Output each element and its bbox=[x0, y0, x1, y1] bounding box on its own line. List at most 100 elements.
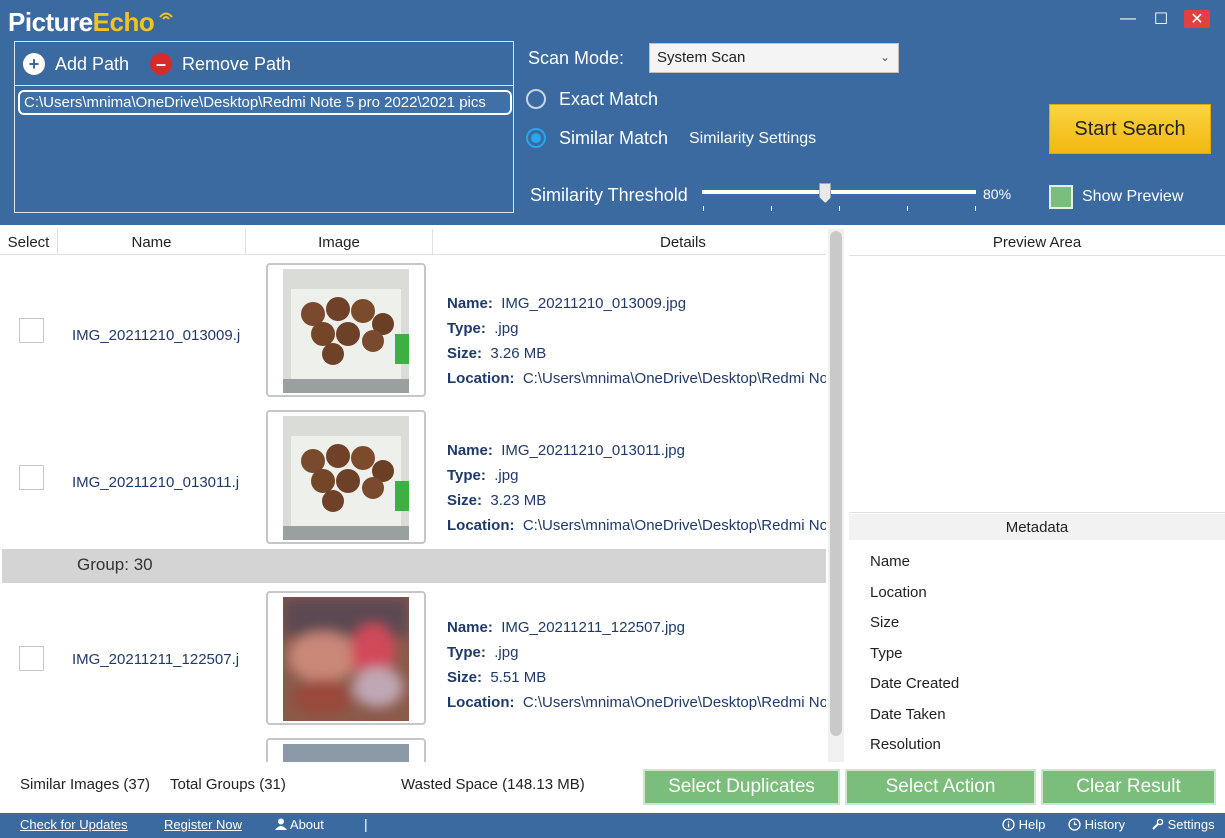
similar-match-radio[interactable] bbox=[526, 128, 546, 148]
scan-mode-select[interactable]: System Scan ⌄ bbox=[649, 43, 899, 73]
start-search-button[interactable]: Start Search bbox=[1049, 104, 1211, 154]
slider-tick bbox=[907, 206, 908, 211]
exact-match-radio[interactable] bbox=[526, 89, 546, 109]
logo-text-picture: Picture bbox=[8, 6, 93, 37]
table-row[interactable] bbox=[0, 736, 826, 762]
row-checkbox[interactable] bbox=[19, 318, 44, 343]
path-panel: + Add Path – Remove Path C:\Users\mnima\… bbox=[14, 41, 514, 213]
user-icon bbox=[275, 818, 287, 830]
row-checkbox[interactable] bbox=[19, 646, 44, 671]
group-header: Group: 30 bbox=[2, 549, 826, 583]
add-path-label: Add Path bbox=[55, 53, 130, 74]
detail-location-label: Location: bbox=[447, 370, 515, 387]
detail-name-label: Name: bbox=[447, 619, 493, 636]
scrollbar-thumb[interactable] bbox=[830, 231, 842, 736]
detail-size-label: Size: bbox=[447, 669, 483, 686]
minus-circle-icon: – bbox=[150, 53, 172, 75]
path-list-item[interactable]: C:\Users\mnima\OneDrive\Desktop\Redmi No… bbox=[18, 90, 512, 115]
register-now-link[interactable]: Register Now bbox=[164, 817, 242, 832]
help-icon bbox=[1002, 818, 1015, 831]
detail-location-label: Location: bbox=[447, 517, 515, 534]
similarity-settings-link[interactable]: Similarity Settings bbox=[689, 130, 816, 148]
detail-type-label: Type: bbox=[447, 644, 486, 661]
metadata-field: Type bbox=[870, 645, 903, 662]
exact-match-label[interactable]: Exact Match bbox=[559, 89, 658, 110]
scan-mode-value: System Scan bbox=[657, 49, 746, 66]
help-link[interactable]: Help bbox=[1002, 817, 1045, 832]
minimize-button[interactable]: — bbox=[1117, 10, 1139, 28]
row-thumbnail[interactable] bbox=[266, 410, 426, 544]
header-name[interactable]: Name bbox=[58, 229, 246, 255]
table-row[interactable]: IMG_20211211_122507.j Name: IMG_20211211… bbox=[0, 589, 826, 736]
preview-area-title: Preview Area bbox=[849, 229, 1225, 256]
maximize-button[interactable]: ☐ bbox=[1150, 10, 1172, 28]
row-thumbnail[interactable] bbox=[266, 591, 426, 725]
select-duplicates-button[interactable]: Select Duplicates bbox=[643, 769, 840, 805]
select-action-button[interactable]: Select Action bbox=[845, 769, 1036, 805]
detail-location-value: C:\Users\mnima\OneDrive\Desktop\Redmi No bbox=[522, 370, 826, 387]
header-details[interactable]: Details bbox=[433, 229, 826, 255]
detail-type-value: .jpg bbox=[494, 467, 519, 484]
detail-name-label: Name: bbox=[447, 442, 493, 459]
detail-type-label: Type: bbox=[447, 320, 486, 337]
history-link[interactable]: History bbox=[1068, 817, 1125, 832]
detail-size-label: Size: bbox=[447, 492, 483, 509]
settings-label: Settings bbox=[1167, 817, 1215, 832]
header-panel: Picture Echo — ☐ ✕ + Add Path – Remove Pa… bbox=[0, 0, 1225, 225]
detail-size-value: 3.26 MB bbox=[490, 345, 547, 362]
slider-thumb[interactable] bbox=[819, 183, 832, 203]
detail-name-value: IMG_20211210_013009.jpg bbox=[501, 295, 687, 312]
similar-images-count: Similar Images (37) bbox=[20, 776, 151, 793]
status-bar: Check for Updates Register Now About | H… bbox=[0, 813, 1225, 838]
close-icon: ✕ bbox=[1190, 11, 1204, 28]
metadata-field: Name bbox=[870, 553, 911, 570]
status-separator: | bbox=[364, 816, 368, 832]
metadata-field: Date Taken bbox=[870, 706, 946, 723]
similar-match-label[interactable]: Similar Match bbox=[559, 128, 668, 149]
metadata-field: Size bbox=[870, 614, 900, 631]
close-button[interactable]: ✕ bbox=[1184, 10, 1210, 28]
row-details: Name: IMG_20211211_122507.jpg Type: .jpg… bbox=[447, 615, 826, 715]
detail-size-value: 5.51 MB bbox=[490, 669, 547, 686]
similarity-threshold-slider[interactable] bbox=[702, 190, 976, 194]
row-filename: IMG_20211210_013009.j bbox=[72, 327, 241, 344]
photo-thumbnail bbox=[283, 744, 409, 762]
row-thumbnail[interactable] bbox=[266, 263, 426, 397]
table-row[interactable]: IMG_20211210_013009.j Name: IMG_20211210… bbox=[0, 261, 826, 408]
results-scrollbar[interactable] bbox=[828, 229, 844, 762]
slider-tick bbox=[839, 206, 840, 211]
preview-area bbox=[849, 257, 1225, 513]
row-details: Name: IMG_20211210_013009.jpg Type: .jpg… bbox=[447, 291, 826, 391]
show-preview-checkbox[interactable] bbox=[1049, 185, 1073, 209]
detail-name-label: Name: bbox=[447, 295, 493, 312]
metadata-field: Date Created bbox=[870, 675, 960, 692]
detail-type-value: .jpg bbox=[494, 320, 519, 337]
detail-size-value: 3.23 MB bbox=[490, 492, 547, 509]
photo-thumbnail bbox=[283, 416, 409, 540]
table-row[interactable]: IMG_20211210_013011.j Name: IMG_20211210… bbox=[0, 408, 826, 555]
check-updates-link[interactable]: Check for Updates bbox=[20, 817, 128, 832]
photo-thumbnail bbox=[283, 597, 409, 721]
similarity-threshold-label: Similarity Threshold bbox=[530, 185, 688, 205]
settings-link[interactable]: Settings bbox=[1151, 817, 1215, 832]
row-thumbnail[interactable] bbox=[266, 738, 426, 762]
row-filename: IMG_20211211_122507.j bbox=[72, 651, 240, 668]
detail-location-value: C:\Users\mnima\OneDrive\Desktop\Redmi No bbox=[522, 517, 826, 534]
slider-tick bbox=[975, 206, 976, 211]
remove-path-button[interactable]: – Remove Path bbox=[150, 51, 291, 77]
metadata-title: Metadata bbox=[849, 514, 1225, 540]
slider-tick bbox=[771, 206, 772, 211]
header-select[interactable]: Select bbox=[0, 229, 58, 255]
plus-circle-icon: + bbox=[23, 53, 45, 75]
about-link[interactable]: About bbox=[275, 817, 324, 832]
show-preview-label[interactable]: Show Preview bbox=[1082, 188, 1183, 206]
history-label: History bbox=[1084, 817, 1126, 832]
history-icon bbox=[1068, 818, 1081, 831]
clear-result-button[interactable]: Clear Result bbox=[1041, 769, 1216, 805]
add-path-button[interactable]: + Add Path bbox=[23, 51, 129, 77]
detail-location-label: Location: bbox=[447, 694, 515, 711]
row-checkbox[interactable] bbox=[19, 465, 44, 490]
header-image[interactable]: Image bbox=[246, 229, 433, 255]
about-label: About bbox=[289, 817, 324, 832]
detail-location-value: C:\Users\mnima\OneDrive\Desktop\Redmi No bbox=[522, 694, 826, 711]
